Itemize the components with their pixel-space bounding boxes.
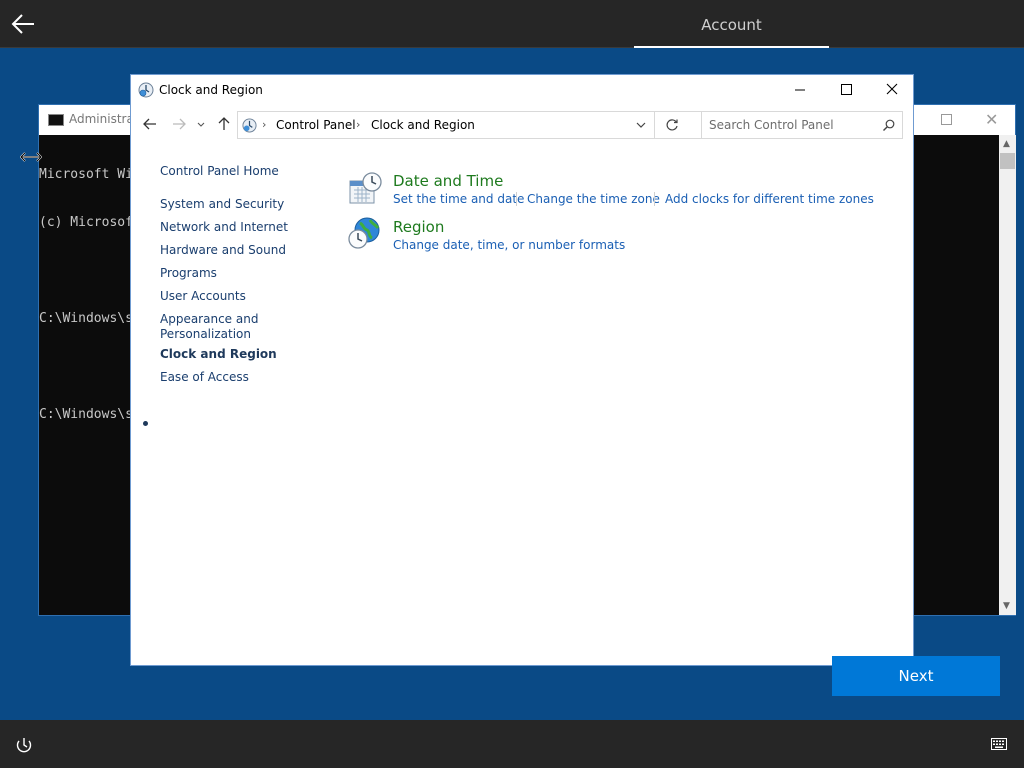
- sidebar-item-hardware-and-sound[interactable]: Hardware and Sound: [160, 243, 286, 258]
- cmd-scrollbar[interactable]: ▲ ▼: [999, 135, 1016, 615]
- sidebar-item-appearance-and-personalization[interactable]: Appearance and Personalization: [160, 312, 270, 342]
- sidebar-item-system-and-security[interactable]: System and Security: [160, 197, 284, 212]
- scroll-thumb[interactable]: [1000, 153, 1015, 169]
- address-bar[interactable]: › Control Panel › Clock and Region: [237, 111, 715, 139]
- close-icon: [886, 83, 898, 95]
- current-item-bullet: [143, 421, 148, 426]
- ease-of-access-icon[interactable]: [15, 736, 33, 754]
- address-divider: [654, 112, 655, 138]
- breadcrumb-chevron-icon[interactable]: ›: [356, 118, 360, 131]
- up-arrow-icon[interactable]: [215, 115, 233, 133]
- control-panel-window[interactable]: Clock and Region › Control Panel › Clock…: [130, 74, 914, 666]
- sidebar-item-user-accounts[interactable]: User Accounts: [160, 289, 246, 304]
- recent-locations-chevron-icon[interactable]: [195, 115, 207, 133]
- close-button[interactable]: [869, 75, 915, 105]
- globe-clock-icon: [348, 217, 380, 249]
- oobe-bottom-bar: [0, 720, 1024, 768]
- scroll-down-icon[interactable]: ▼: [1003, 601, 1010, 611]
- next-button[interactable]: Next: [832, 656, 1000, 696]
- task-set-time-and-date[interactable]: Set the time and date: [393, 192, 524, 206]
- navigation-bar: › Control Panel › Clock and Region: [131, 105, 913, 145]
- scroll-up-icon[interactable]: ▲: [1003, 139, 1010, 149]
- keyboard-icon[interactable]: [991, 738, 1007, 750]
- forward-icon[interactable]: [170, 115, 188, 133]
- oobe-top-bar: Account: [0, 0, 1024, 48]
- breadcrumb-chevron-icon[interactable]: ›: [262, 118, 266, 131]
- back-icon[interactable]: [141, 115, 159, 133]
- task-add-clocks[interactable]: Add clocks for different time zones: [665, 192, 874, 206]
- maximize-icon: [841, 84, 852, 95]
- maximize-icon[interactable]: [941, 114, 952, 125]
- sidebar-item-clock-and-region[interactable]: Clock and Region: [160, 347, 277, 362]
- back-arrow-icon[interactable]: [10, 12, 36, 36]
- category-region[interactable]: Region: [393, 218, 444, 236]
- minimize-icon: [795, 89, 805, 91]
- search-box[interactable]: [701, 111, 903, 139]
- refresh-icon[interactable]: [664, 117, 680, 133]
- breadcrumb-clock-and-region[interactable]: Clock and Region: [371, 118, 475, 132]
- calendar-clock-icon: [349, 172, 382, 204]
- resize-cursor-icon: [20, 152, 42, 162]
- minimize-button[interactable]: [777, 75, 823, 105]
- close-icon[interactable]: ✕: [985, 110, 998, 129]
- sidebar-item-network-and-internet[interactable]: Network and Internet: [160, 220, 288, 235]
- category-date-and-time[interactable]: Date and Time: [393, 172, 503, 190]
- control-panel-icon: [242, 118, 257, 133]
- cmd-title: Administrat: [69, 112, 139, 126]
- search-icon[interactable]: [882, 119, 895, 132]
- sidebar-item-control-panel-home[interactable]: Control Panel Home: [160, 164, 279, 179]
- clock-region-app-icon: [138, 82, 154, 98]
- search-input[interactable]: [709, 117, 869, 133]
- task-separator: [654, 192, 655, 206]
- task-separator: [516, 192, 517, 206]
- cmd-app-icon: [48, 114, 64, 126]
- sidebar-item-programs[interactable]: Programs: [160, 266, 217, 281]
- maximize-button[interactable]: [823, 75, 869, 105]
- tab-account[interactable]: Account: [634, 0, 829, 48]
- title-bar[interactable]: Clock and Region: [131, 75, 913, 105]
- address-dropdown-icon[interactable]: [635, 120, 647, 130]
- task-change-formats[interactable]: Change date, time, or number formats: [393, 238, 625, 252]
- window-title: Clock and Region: [159, 83, 263, 97]
- sidebar-item-ease-of-access[interactable]: Ease of Access: [160, 370, 249, 385]
- task-change-time-zone[interactable]: Change the time zone: [527, 192, 660, 206]
- breadcrumb-control-panel[interactable]: Control Panel: [276, 118, 356, 132]
- sidebar: Control Panel Home System and Security N…: [131, 145, 341, 645]
